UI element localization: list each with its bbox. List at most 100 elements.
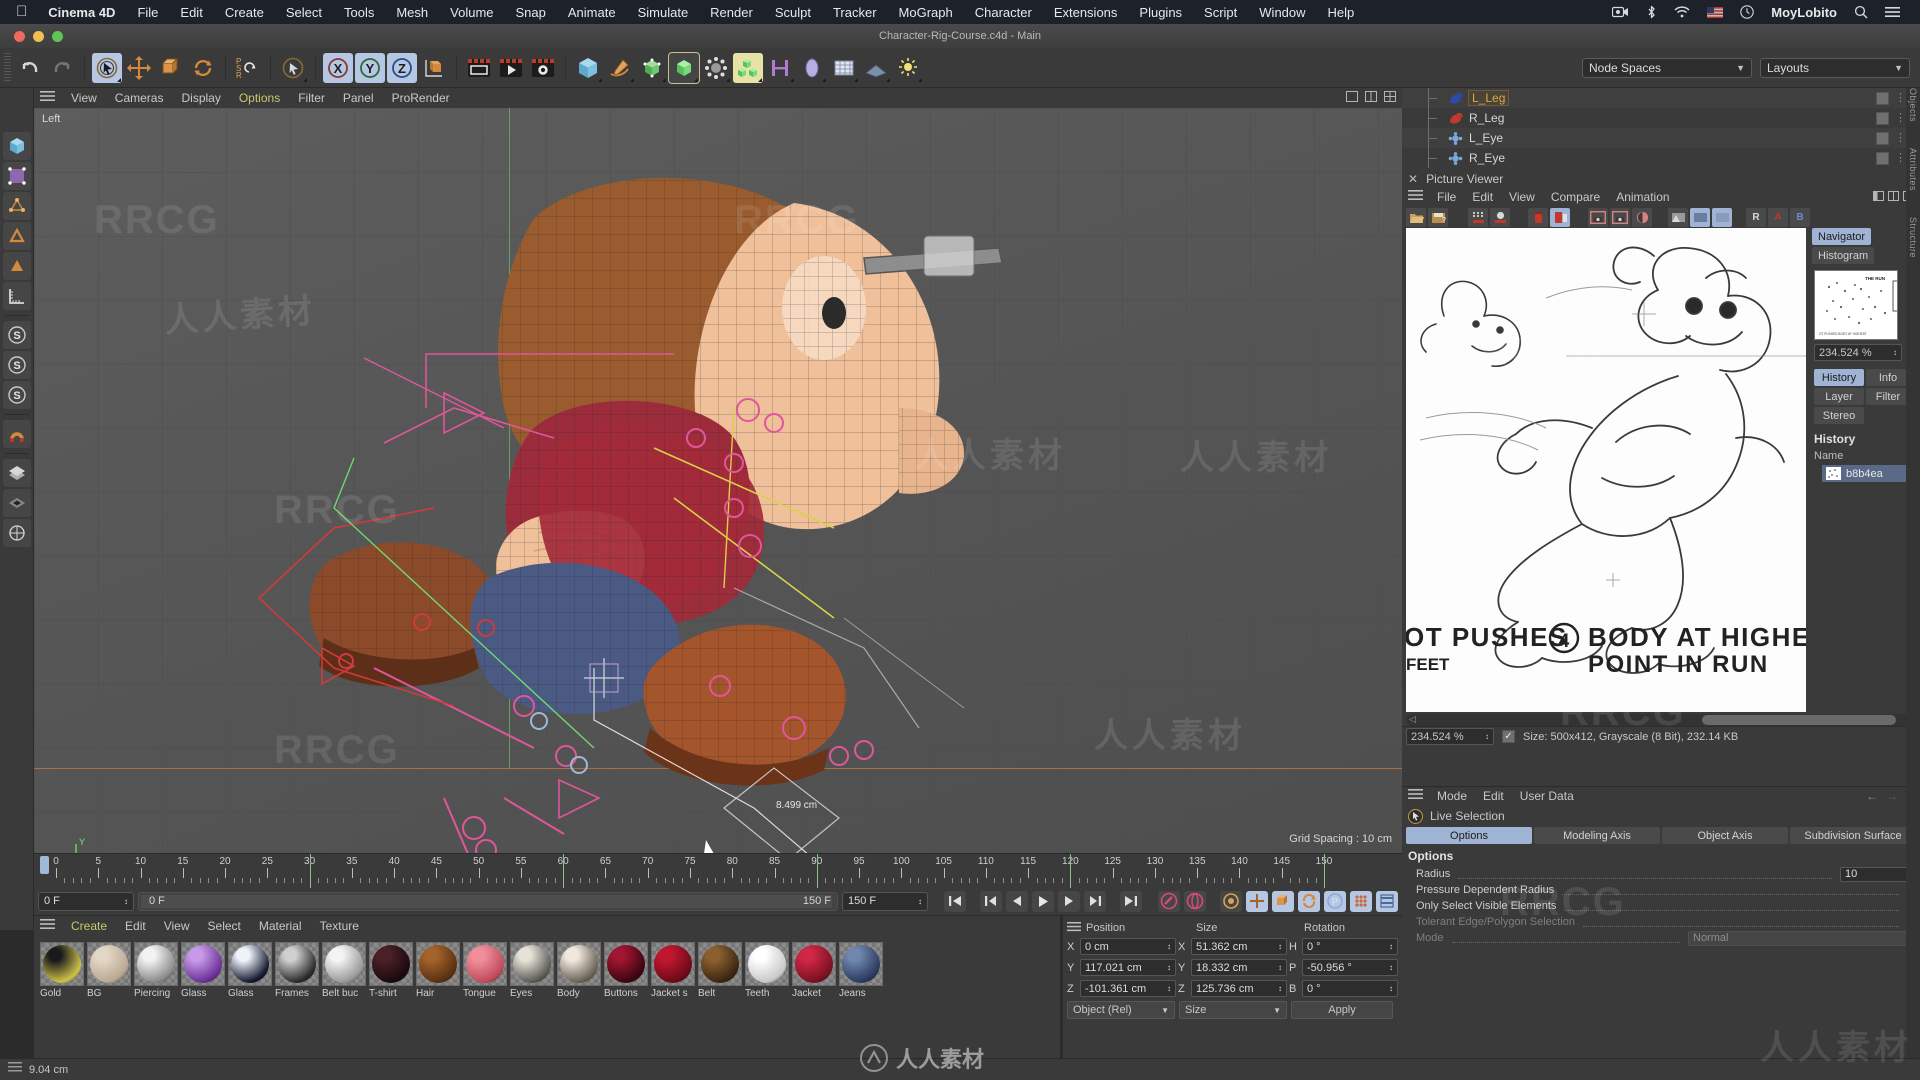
- character-3d-model[interactable]: [34, 108, 1402, 853]
- material-item[interactable]: Glass: [228, 942, 272, 999]
- material-item[interactable]: Teeth: [745, 942, 789, 999]
- channel-r-button[interactable]: R: [1746, 207, 1766, 227]
- macos-menu-simulate[interactable]: Simulate: [627, 5, 700, 20]
- viewport-menu-options[interactable]: Options: [230, 91, 289, 105]
- material-item[interactable]: Gold: [40, 942, 84, 999]
- next-frame-button[interactable]: [1058, 890, 1080, 912]
- viewport-menu-filter[interactable]: Filter: [289, 91, 334, 105]
- material-swatch[interactable]: [416, 942, 460, 986]
- stepper-icon[interactable]: ↕: [1278, 984, 1282, 993]
- attributes-menu-edit[interactable]: Edit: [1475, 789, 1512, 803]
- open-image-button[interactable]: [1406, 207, 1426, 227]
- history-item[interactable]: b8b4ea: [1822, 465, 1908, 482]
- object-manager-row[interactable]: R_Leg ⋮: [1402, 108, 1920, 128]
- picture-viewer-menu-view[interactable]: View: [1501, 190, 1543, 204]
- material-swatch[interactable]: [510, 942, 554, 986]
- scrollbar-thumb[interactable]: [1701, 715, 1896, 725]
- viewport-menu-view[interactable]: View: [62, 91, 106, 105]
- burger-icon[interactable]: [1067, 921, 1081, 935]
- axis-x-button[interactable]: X: [323, 52, 353, 83]
- add-camera-button[interactable]: [829, 53, 859, 83]
- vtab-structure[interactable]: Structure: [1908, 217, 1918, 258]
- attributes-tab-object-axis[interactable]: Object Axis: [1662, 827, 1788, 844]
- attributes-menu-mode[interactable]: Mode: [1429, 789, 1475, 803]
- material-swatch[interactable]: [369, 942, 413, 986]
- alpha-channel-button[interactable]: [1712, 207, 1732, 227]
- render-region-button[interactable]: [1468, 207, 1488, 227]
- object-name[interactable]: L_Leg: [1467, 90, 1510, 106]
- stepper-icon[interactable]: ↕: [124, 897, 128, 906]
- macos-menu-select[interactable]: Select: [275, 5, 333, 20]
- polygon-mode-button[interactable]: [2, 252, 31, 280]
- material-swatch[interactable]: [651, 942, 695, 986]
- ruler-tool-button[interactable]: [2, 282, 31, 310]
- object-name[interactable]: R_Leg: [1469, 111, 1504, 125]
- stepper-icon[interactable]: ↕: [1167, 984, 1171, 993]
- macos-menu-create[interactable]: Create: [214, 5, 275, 20]
- forward-arrow-icon[interactable]: →: [1886, 789, 1898, 803]
- redo-button[interactable]: [47, 53, 77, 83]
- current-frame-field[interactable]: 0 F ↕: [38, 891, 134, 911]
- load-to-ram-button[interactable]: [1490, 207, 1510, 227]
- add-light-button[interactable]: [797, 53, 827, 83]
- macos-menu-mograph[interactable]: MoGraph: [888, 5, 964, 20]
- apply-button[interactable]: Apply: [1291, 1001, 1393, 1019]
- layout-icon[interactable]: [1873, 190, 1884, 204]
- position-x-field[interactable]: 0 cm ↕: [1080, 938, 1176, 955]
- material-swatch[interactable]: [181, 942, 225, 986]
- macos-menu-snap[interactable]: Snap: [505, 5, 557, 20]
- stepper-icon[interactable]: ↕: [1389, 963, 1393, 972]
- material-swatch[interactable]: [228, 942, 272, 986]
- stepper-icon[interactable]: ↕: [1278, 942, 1282, 951]
- axis-lock-s3-button[interactable]: S: [2, 381, 31, 409]
- save-image-button[interactable]: ?: [1428, 207, 1448, 227]
- prev-frame-button[interactable]: [1006, 890, 1028, 912]
- keyframe-selection-button[interactable]: [1220, 890, 1242, 912]
- macos-menu-render[interactable]: Render: [699, 5, 764, 20]
- checker-pattern-button[interactable]: [2, 489, 31, 517]
- material-menu-create[interactable]: Create: [62, 919, 116, 933]
- material-swatch[interactable]: [839, 942, 883, 986]
- world-object-coordinate-button[interactable]: [419, 53, 449, 83]
- psr-tool-button[interactable]: PSR: [233, 53, 263, 83]
- burger-icon[interactable]: [40, 91, 56, 105]
- move-tool-button[interactable]: [124, 53, 154, 83]
- material-menu-select[interactable]: Select: [199, 919, 250, 933]
- go-to-end-button[interactable]: [1120, 890, 1142, 912]
- material-item[interactable]: Jacket s: [651, 942, 695, 999]
- attributes-tab-modeling-axis[interactable]: Modeling Axis: [1534, 827, 1660, 844]
- point-mode-button[interactable]: [2, 192, 31, 220]
- texture-axis-button[interactable]: [2, 459, 31, 487]
- screen-record-icon[interactable]: [1612, 6, 1629, 18]
- rotation-p-field[interactable]: -50.956 ° ↕: [1302, 959, 1398, 976]
- rotation-h-field[interactable]: 0 ° ↕: [1302, 938, 1398, 955]
- material-swatch[interactable]: [463, 942, 507, 986]
- tab-histogram[interactable]: Histogram: [1812, 247, 1875, 264]
- key-point-level-button[interactable]: [1350, 890, 1372, 912]
- timeline-playhead[interactable]: [40, 856, 49, 874]
- timeline-range-bar[interactable]: 0 F 150 F: [138, 891, 838, 911]
- material-item[interactable]: Tongue: [463, 942, 507, 999]
- object-name[interactable]: L_Eye: [1469, 131, 1503, 145]
- material-item[interactable]: Glass: [181, 942, 225, 999]
- render-to-pv-button[interactable]: [496, 53, 526, 83]
- material-item[interactable]: T-shirt: [369, 942, 413, 999]
- material-swatch[interactable]: [322, 942, 366, 986]
- material-swatch[interactable]: [40, 942, 84, 986]
- add-floor-button[interactable]: [861, 53, 891, 83]
- tab-filter[interactable]: Filter: [1866, 388, 1910, 405]
- viewport-menu-display[interactable]: Display: [172, 91, 229, 105]
- add-subdivision-surface-button[interactable]: [668, 51, 700, 84]
- wifi-icon[interactable]: [1674, 6, 1690, 18]
- picture-viewer-hscrollbar[interactable]: ◁ ▻: [1406, 714, 1916, 726]
- material-item[interactable]: Hair: [416, 942, 460, 999]
- material-swatch[interactable]: [557, 942, 601, 986]
- workplane-button[interactable]: [2, 519, 31, 547]
- picture-viewer-menu-compare[interactable]: Compare: [1543, 190, 1608, 204]
- model-mode-button[interactable]: [2, 162, 31, 190]
- material-item[interactable]: Jeans: [839, 942, 883, 999]
- add-deformer-button[interactable]: [701, 53, 731, 83]
- single-view-icon[interactable]: [1346, 91, 1358, 105]
- material-item[interactable]: Piercing: [134, 942, 178, 999]
- filter-toggle-button[interactable]: [1668, 207, 1688, 227]
